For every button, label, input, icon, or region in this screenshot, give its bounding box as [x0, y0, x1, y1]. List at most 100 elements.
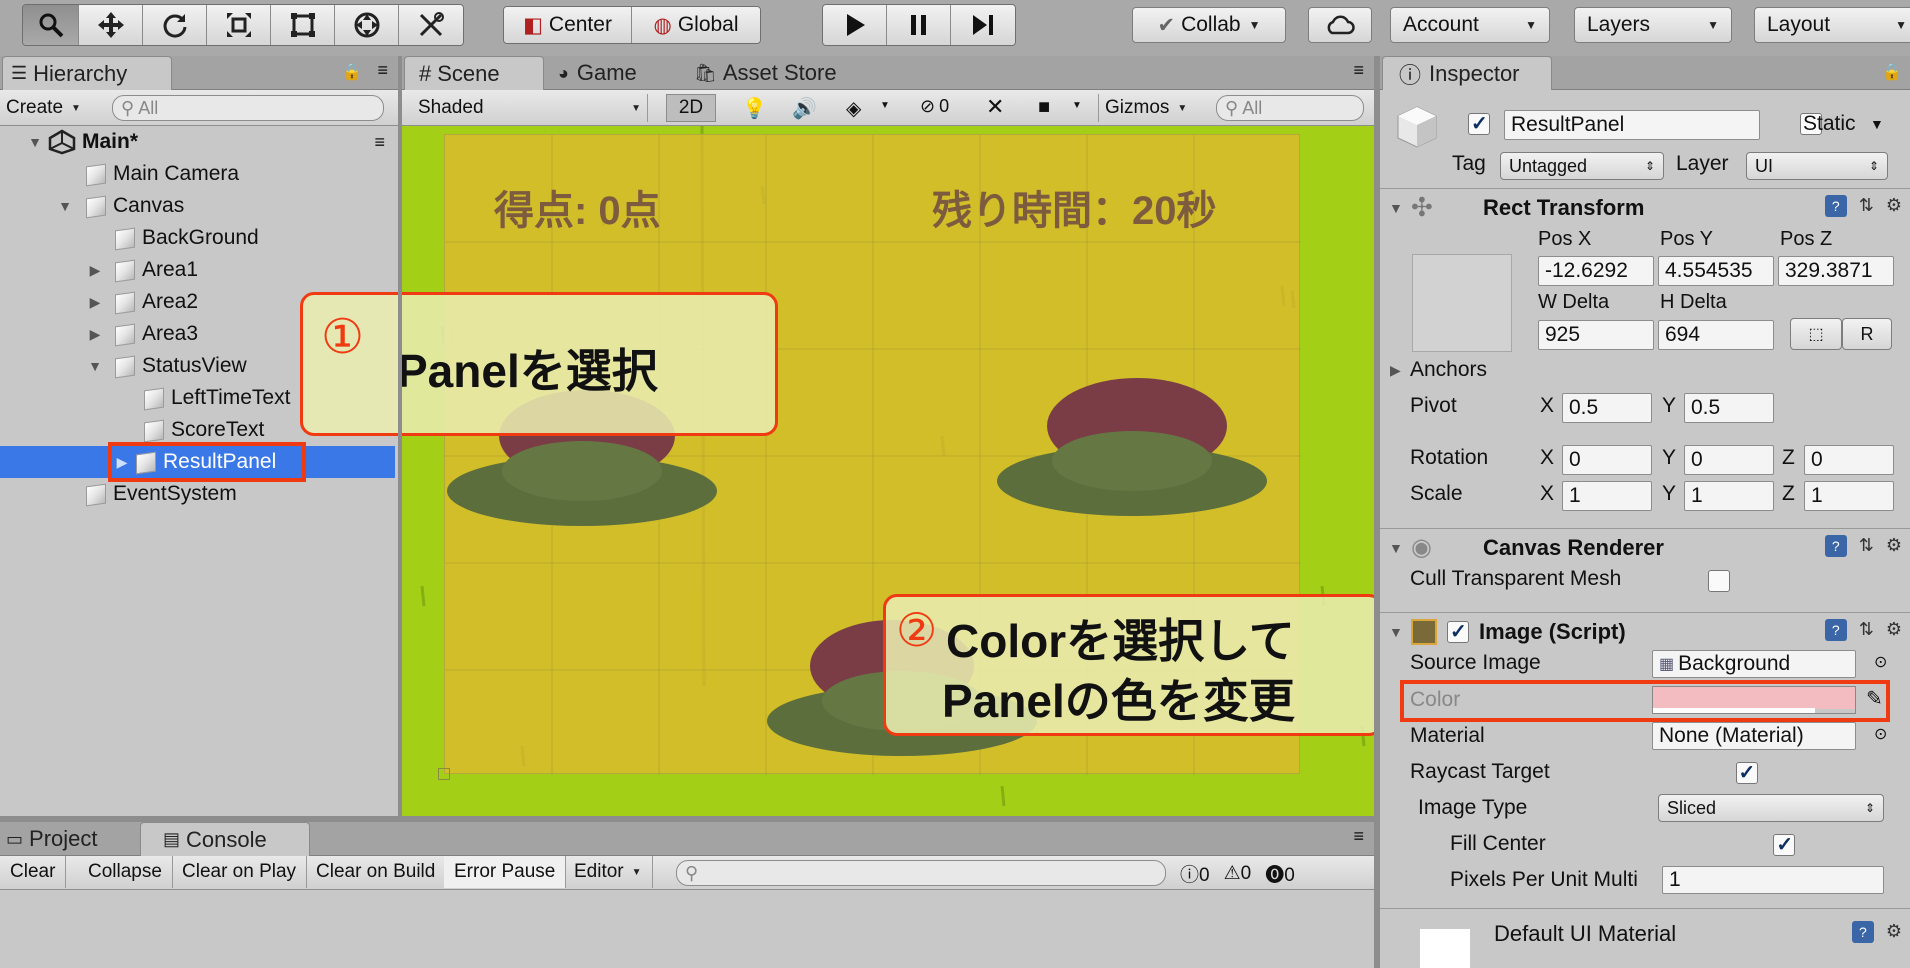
warning-toggle[interactable]: ⚠0 [1224, 862, 1252, 885]
chevron-down-icon[interactable]: ▼ [1072, 100, 1082, 111]
image-enabled-checkbox[interactable] [1447, 619, 1469, 644]
pos-y-input[interactable]: 4.554535 [1658, 256, 1774, 286]
editor-dropdown[interactable]: Editor ▼ [564, 856, 653, 888]
collab-button[interactable]: ✔ Collab ▼ [1132, 7, 1286, 43]
collapse-arrow-icon[interactable]: ▶ [86, 262, 104, 279]
error-toggle[interactable]: ⓿0 [1265, 860, 1295, 887]
panel-divider[interactable] [0, 816, 1374, 822]
rotation-y-input[interactable]: 0 [1684, 445, 1774, 475]
scene-row[interactable]: ▼ Main* ≡ [0, 126, 395, 158]
tab-console[interactable]: ▤ Console [140, 822, 310, 856]
preset-icon[interactable]: ⇅ [1859, 535, 1874, 557]
raw-edit-button[interactable]: R [1842, 318, 1892, 350]
clear-button[interactable]: Clear [0, 856, 67, 888]
account-dropdown[interactable]: Account ▼ [1390, 7, 1550, 43]
transform-icon[interactable] [335, 5, 399, 45]
settings-gear-icon[interactable]: ⚙ [1886, 921, 1902, 943]
hierarchy-item-background[interactable]: BackGround [0, 222, 395, 254]
hand-icon[interactable] [23, 5, 79, 45]
image-type-dropdown[interactable]: Sliced ⇕ [1658, 794, 1884, 822]
effects-icon[interactable]: ◈ [846, 96, 861, 121]
tab-inspector[interactable]: ⓘ Inspector [1382, 56, 1552, 90]
blueprint-mode-button[interactable]: ⬚ [1790, 318, 1842, 350]
pause-button[interactable] [887, 5, 951, 45]
lock-icon[interactable]: 🔒 [342, 62, 362, 82]
clear-on-play-button[interactable]: Clear on Play [172, 856, 308, 888]
info-toggle[interactable]: ⓘ0 [1180, 860, 1210, 887]
rect-tool-icon[interactable] [271, 5, 335, 45]
tab-game[interactable]: ◕ Game [558, 56, 637, 90]
console-search-input[interactable]: ⚲ [676, 860, 1166, 886]
collapse-arrow-icon[interactable]: ▶ [86, 326, 104, 343]
cloud-button[interactable] [1308, 7, 1372, 43]
object-name-input[interactable]: ResultPanel [1504, 110, 1760, 140]
settings-gear-icon[interactable]: ⚙ [1886, 195, 1902, 217]
rect-transform-header[interactable]: ▼ ✣ Rect Transform ? ⇅ ⚙ [1375, 188, 1910, 226]
tab-project[interactable]: ▭ Project [6, 822, 98, 856]
hierarchy-item-eventsystem[interactable]: EventSystem [0, 478, 395, 510]
object-picker-icon[interactable]: ⊙ [1874, 724, 1887, 744]
gizmos-dropdown[interactable]: Gizmos ▼ [1098, 94, 1198, 122]
scene-menu-icon[interactable]: ≡ [374, 132, 385, 153]
pivot-y-input[interactable]: 0.5 [1684, 393, 1774, 423]
panel-divider[interactable] [398, 56, 402, 816]
material-field[interactable]: None (Material) [1652, 722, 1856, 750]
collapse-button[interactable]: Collapse [78, 856, 173, 888]
error-pause-button[interactable]: Error Pause [444, 856, 567, 888]
clear-on-build-button[interactable]: Clear on Build [306, 856, 447, 888]
anchor-presets-button[interactable] [1412, 254, 1512, 352]
scale-icon[interactable] [207, 5, 271, 45]
tab-asset-store[interactable]: 🛍 Asset Store [694, 56, 837, 90]
raycast-target-checkbox[interactable] [1735, 760, 1758, 785]
image-component-header[interactable]: ▼ Image (Script) ? ⇅ ⚙ [1375, 612, 1910, 650]
custom-tool-icon[interactable] [399, 5, 463, 45]
expand-arrow-icon[interactable]: ▼ [1389, 540, 1403, 556]
create-dropdown[interactable]: Create ▼ [6, 95, 81, 121]
tools-icon[interactable]: ✕ [986, 94, 1004, 120]
cull-checkbox[interactable] [1707, 570, 1730, 592]
pivot-x-input[interactable]: 0.5 [1562, 393, 1652, 423]
hierarchy-search-input[interactable]: ⚲ All [112, 95, 384, 121]
scale-z-input[interactable]: 1 [1804, 481, 1894, 511]
pivot-toggle[interactable]: ◧ Center [504, 7, 632, 43]
hierarchy-item-canvas[interactable]: ▼ Canvas [0, 190, 395, 222]
preset-icon[interactable]: ⇅ [1859, 195, 1874, 217]
collapse-arrow-icon[interactable]: ▶ [86, 294, 104, 311]
help-book-icon[interactable]: ? [1851, 921, 1874, 943]
panel-divider[interactable] [1374, 56, 1380, 968]
hierarchy-item-area1[interactable]: ▶ Area1 [0, 254, 395, 286]
scale-x-input[interactable]: 1 [1562, 481, 1652, 511]
preset-icon[interactable]: ⇅ [1859, 619, 1874, 641]
pos-x-input[interactable]: -12.6292 [1538, 256, 1654, 286]
menu-icon[interactable]: ≡ [1353, 826, 1364, 847]
settings-gear-icon[interactable]: ⚙ [1886, 619, 1902, 641]
hierarchy-item-main-camera[interactable]: Main Camera [0, 158, 395, 190]
canvas-renderer-header[interactable]: ▼ ◉ Canvas Renderer ? ⇅ ⚙ [1375, 528, 1910, 566]
camera-icon[interactable]: ■ [1038, 96, 1050, 119]
space-toggle[interactable]: ◍ Global [632, 7, 760, 43]
move-icon[interactable] [79, 5, 143, 45]
rotate-icon[interactable] [143, 5, 207, 45]
light-icon[interactable]: 💡 [742, 96, 767, 121]
help-book-icon[interactable]: ? [1824, 195, 1847, 217]
step-button[interactable] [951, 5, 1015, 45]
shading-dropdown[interactable]: Shaded ▼ [412, 94, 648, 122]
layout-dropdown[interactable]: Layout ▼ [1754, 7, 1910, 43]
expand-arrow-icon[interactable]: ▼ [1389, 200, 1403, 216]
scale-y-input[interactable]: 1 [1684, 481, 1774, 511]
help-book-icon[interactable]: ? [1824, 535, 1847, 557]
tab-hierarchy[interactable]: ☰ Hierarchy [2, 56, 172, 90]
rotation-x-input[interactable]: 0 [1562, 445, 1652, 475]
scene-search-input[interactable]: ⚲ All [1216, 95, 1364, 121]
mode-2d-toggle[interactable]: 2D [666, 94, 716, 122]
expand-arrow-icon[interactable]: ▼ [56, 198, 74, 214]
expand-arrow-icon[interactable]: ▼ [86, 358, 104, 374]
pos-z-input[interactable]: 329.3871 [1778, 256, 1894, 286]
expand-arrow-icon[interactable]: ▼ [1389, 624, 1403, 640]
layer-dropdown[interactable]: UI ⇕ [1746, 152, 1888, 180]
object-picker-icon[interactable]: ⊙ [1874, 652, 1887, 672]
settings-gear-icon[interactable]: ⚙ [1886, 535, 1902, 557]
hidden-objects-toggle[interactable]: ⊘ 0 [920, 96, 949, 117]
anchor-handle[interactable] [438, 768, 450, 780]
menu-icon[interactable]: ≡ [377, 60, 388, 81]
